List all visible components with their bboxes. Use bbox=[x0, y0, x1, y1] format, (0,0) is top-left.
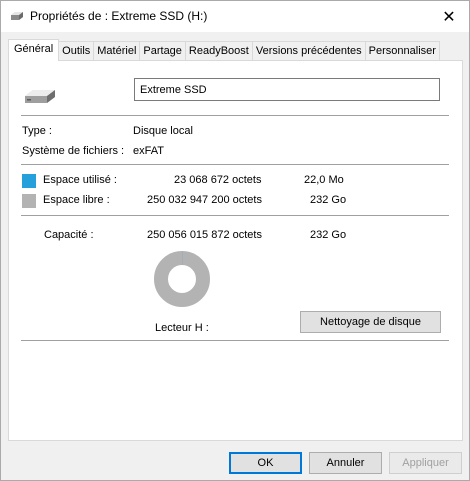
tab-bar: Général Outils Matériel Partage ReadyBoo… bbox=[8, 39, 440, 61]
free-space-swatch bbox=[22, 194, 36, 208]
apply-button[interactable]: Appliquer bbox=[389, 452, 462, 474]
free-space-bytes: 250 032 947 200 octets bbox=[147, 194, 262, 206]
drive-letter-label: Lecteur H : bbox=[155, 322, 209, 334]
divider bbox=[21, 164, 449, 165]
properties-window: Propriétés de : Extreme SSD (H:) ✕ Génér… bbox=[0, 0, 470, 481]
capacity-size: 232 Go bbox=[310, 229, 347, 241]
used-space-swatch bbox=[22, 174, 36, 188]
tab-general[interactable]: Général bbox=[8, 39, 60, 61]
cancel-button[interactable]: Annuler bbox=[309, 452, 382, 474]
window-title: Propriétés de : Extreme SSD (H:) bbox=[30, 9, 208, 23]
tab-tools[interactable]: Outils bbox=[58, 41, 95, 61]
filesystem-value: exFAT bbox=[133, 145, 164, 157]
capacity-label: Capacité : bbox=[44, 229, 94, 241]
close-icon: ✕ bbox=[442, 8, 456, 26]
disk-cleanup-button[interactable]: Nettoyage de disque bbox=[300, 311, 441, 333]
divider bbox=[21, 340, 449, 341]
title-bar: Propriétés de : Extreme SSD (H:) ✕ bbox=[1, 1, 469, 32]
tab-readyboost[interactable]: ReadyBoost bbox=[184, 41, 253, 61]
tab-hardware[interactable]: Matériel bbox=[93, 41, 141, 61]
used-space-size: 22,0 Mo bbox=[304, 174, 344, 186]
tab-sharing[interactable]: Partage bbox=[139, 41, 186, 61]
tab-previous-versions[interactable]: Versions précédentes bbox=[251, 41, 366, 61]
drive-icon bbox=[11, 12, 23, 20]
free-space-size: 232 Go bbox=[310, 194, 347, 206]
divider bbox=[21, 115, 449, 116]
ok-button[interactable]: OK bbox=[229, 452, 302, 474]
used-space-label: Espace utilisé : bbox=[43, 174, 117, 186]
close-button[interactable]: ✕ bbox=[429, 1, 469, 32]
usage-donut-chart bbox=[154, 250, 210, 307]
general-panel: Type : Disque local Système de fichiers … bbox=[8, 60, 463, 441]
used-space-bytes: 23 068 672 octets bbox=[174, 174, 262, 186]
type-value: Disque local bbox=[133, 125, 193, 137]
divider bbox=[21, 215, 449, 216]
type-label: Type : bbox=[22, 125, 52, 137]
drive-large-icon bbox=[25, 90, 55, 103]
free-space-label: Espace libre : bbox=[43, 194, 110, 206]
filesystem-label: Système de fichiers : bbox=[22, 145, 125, 157]
tab-customize[interactable]: Personnaliser bbox=[364, 41, 440, 61]
drive-name-input[interactable] bbox=[134, 78, 440, 101]
capacity-bytes: 250 056 015 872 octets bbox=[147, 229, 262, 241]
